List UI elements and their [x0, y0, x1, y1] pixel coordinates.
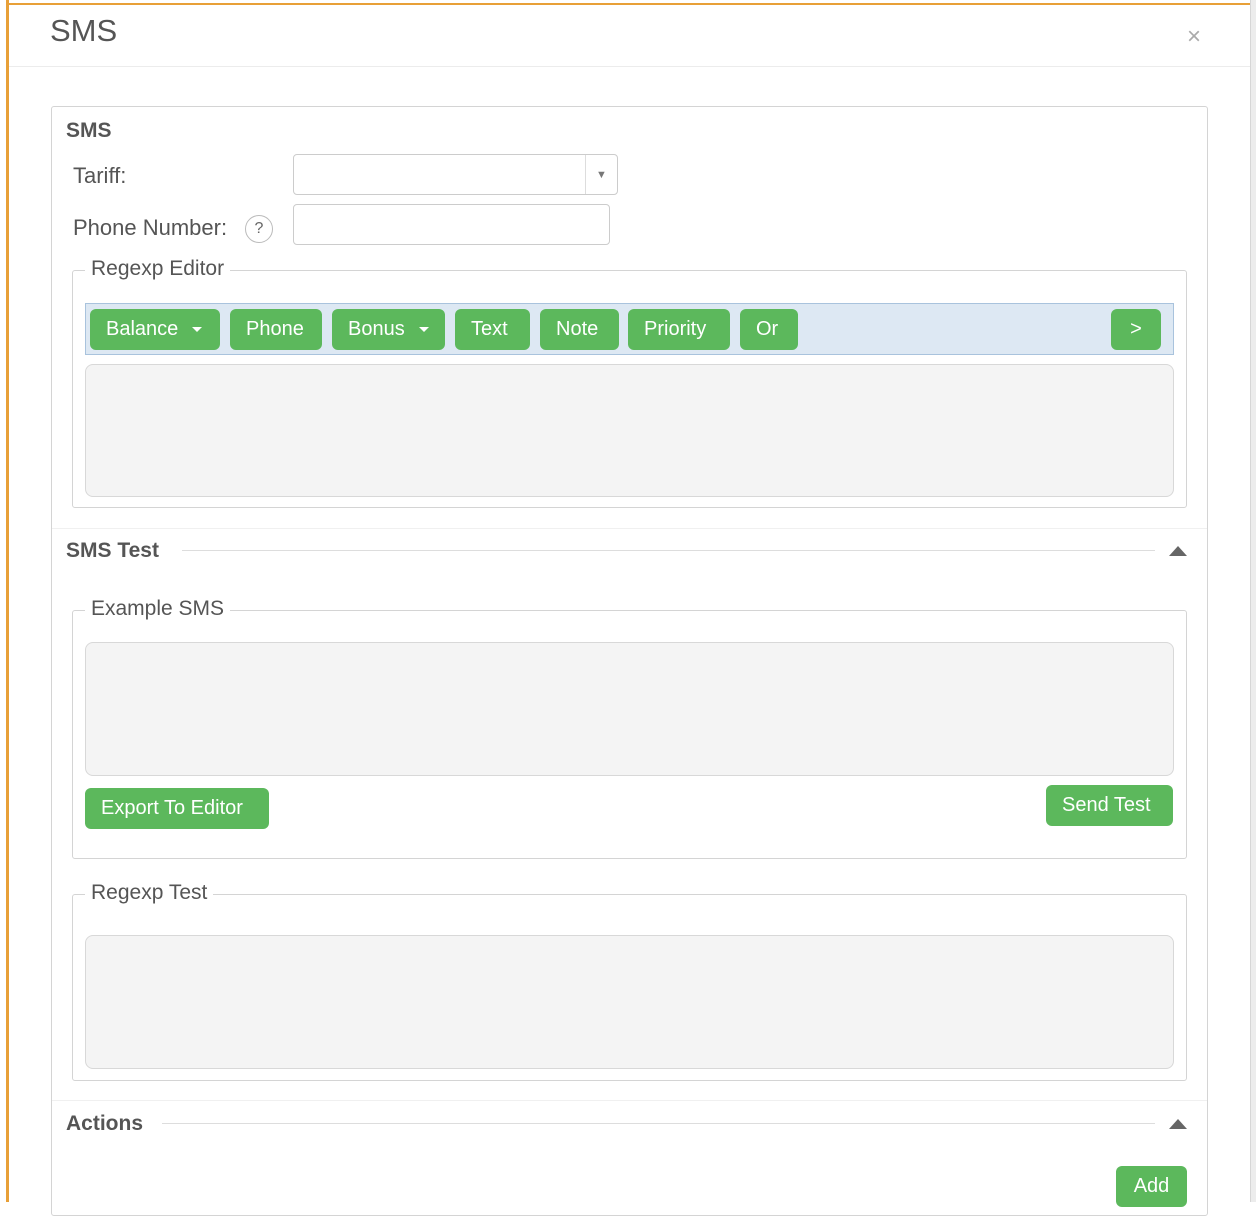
regexp-editor-legend: Regexp Editor [85, 257, 231, 281]
regexp-toolbar: Balance Phone Bonus Text Note Priority O… [85, 303, 1174, 355]
tariff-select[interactable]: ▼ [293, 154, 618, 195]
regexp-editor-area[interactable] [85, 364, 1174, 497]
help-icon[interactable]: ? [245, 215, 273, 243]
send-test-button[interactable]: Send Test [1046, 785, 1173, 826]
priority-button-label: Priority [644, 318, 707, 340]
phone-number-label: Phone Number: [73, 215, 228, 240]
next-button-label: > [1130, 318, 1142, 340]
tariff-label: Tariff: [73, 163, 127, 188]
example-sms-area[interactable] [85, 642, 1174, 776]
chevron-down-icon[interactable]: ▼ [585, 155, 617, 194]
regexp-editor-fieldset: Regexp Editor Balance Phone Bonus Text N… [72, 257, 1187, 508]
close-icon[interactable]: × [1187, 25, 1201, 49]
priority-button[interactable]: Priority [628, 309, 730, 350]
or-button-label: Or [756, 318, 779, 340]
phone-button[interactable]: Phone [230, 309, 322, 350]
actions-title: Actions [66, 1112, 144, 1135]
balance-button[interactable]: Balance [90, 309, 220, 350]
regexp-test-fieldset: Regexp Test [72, 881, 1187, 1081]
phone-button-label: Phone [246, 318, 304, 340]
bonus-button-label: Bonus [348, 318, 405, 340]
note-button-label: Note [556, 318, 599, 340]
section-separator [52, 528, 1207, 529]
note-button[interactable]: Note [540, 309, 619, 350]
add-button-label: Add [1133, 1175, 1170, 1197]
background-scrollbar [1250, 0, 1256, 1202]
text-button[interactable]: Text [455, 309, 530, 350]
example-sms-legend: Example SMS [85, 597, 231, 621]
sms-panel: SMS Tariff: ▼ Phone Number: ? Regexp Edi… [51, 106, 1208, 1216]
modal-title: SMS [50, 13, 118, 48]
send-test-label: Send Test [1062, 794, 1151, 816]
or-button[interactable]: Or [740, 309, 798, 350]
modal-header: SMS × [9, 5, 1250, 67]
balance-button-label: Balance [106, 318, 179, 340]
regexp-test-legend: Regexp Test [85, 881, 214, 905]
modal-left-border [6, 0, 9, 1202]
bonus-button[interactable]: Bonus [332, 309, 445, 350]
regexp-test-area[interactable] [85, 935, 1174, 1069]
export-to-editor-button[interactable]: Export To Editor [85, 788, 269, 829]
phone-number-input[interactable] [293, 204, 610, 245]
add-button[interactable]: Add [1116, 1166, 1187, 1207]
collapse-up-icon[interactable] [1169, 546, 1187, 556]
sms-test-title: SMS Test [66, 539, 159, 562]
next-button[interactable]: > [1111, 309, 1161, 350]
example-sms-fieldset: Example SMS Export To Editor Send Test [72, 597, 1187, 859]
text-button-label: Text [471, 318, 508, 340]
chevron-down-icon [418, 327, 429, 332]
collapse-up-icon[interactable] [1169, 1119, 1187, 1129]
export-to-editor-label: Export To Editor [101, 797, 243, 819]
section-separator [52, 1100, 1207, 1101]
sms-section-title: SMS [66, 119, 112, 142]
chevron-down-icon [192, 327, 203, 332]
sms-test-divider [182, 550, 1155, 551]
actions-divider [162, 1123, 1155, 1124]
